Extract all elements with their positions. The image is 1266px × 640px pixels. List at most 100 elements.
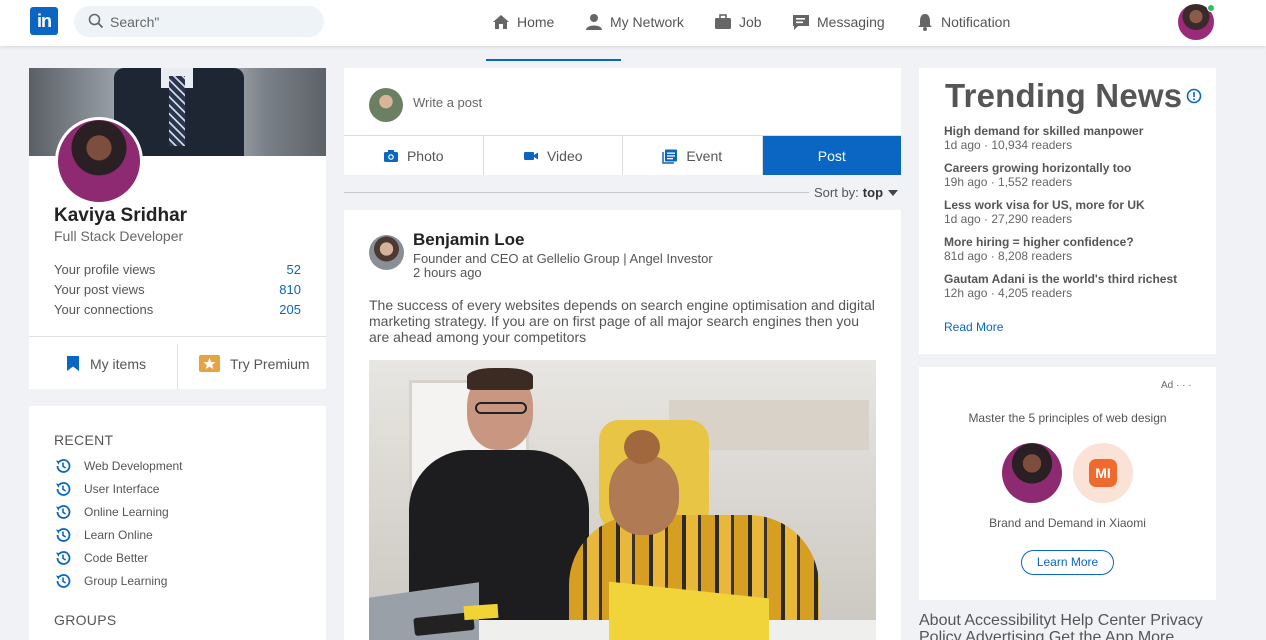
search-box[interactable] [74,6,324,37]
news-meta: 19h ago · 1,552 readers [944,175,1073,189]
recent-item[interactable]: Web Development [54,457,183,475]
video-button[interactable]: Video [484,136,623,175]
nav-notification[interactable]: Notification [915,11,1010,33]
ad-user-avatar [1002,443,1062,503]
my-items-button[interactable]: My items [66,355,146,372]
recent-item[interactable]: Code Better [54,549,148,567]
composer-actions: Photo Video Event Post [344,135,901,175]
active-tab-indicator [486,59,621,61]
search-icon [88,13,104,29]
news-item[interactable]: Careers growing horizontally too 19h ago… [944,161,1204,189]
ad-subtitle: Brand and Demand in Xiaomi [989,516,1146,530]
stat-label: Your profile views [54,262,156,277]
footer-link[interactable]: More [1138,629,1174,640]
event-button[interactable]: Event [623,136,763,175]
recent-item[interactable]: User Interface [54,480,159,498]
news-meta: 1d ago · 10,934 readers [944,138,1073,152]
read-more-link[interactable]: Read More [944,320,1003,334]
news-item[interactable]: Gautam Adani is the world's third riches… [944,272,1204,300]
photo-label: Photo [406,147,444,164]
nav-my-network[interactable]: My Network [584,11,684,33]
footer-link[interactable]: About [919,612,961,629]
post-image[interactable] [369,360,876,640]
stat-post-views[interactable]: Your post views 810 [54,282,301,300]
composer-avatar [369,88,403,122]
messaging-icon [793,15,809,30]
stat-value: 810 [279,282,301,297]
learn-more-button[interactable]: Learn More [1021,550,1114,575]
news-item[interactable]: High demand for skilled manpower 1d ago … [944,124,1204,152]
sort-label: Sort by: [814,185,859,200]
stat-value: 205 [279,302,301,317]
footer-link[interactable]: Advertising [965,629,1044,640]
recent-item[interactable]: Group Learning [54,572,167,590]
video-icon [523,151,538,160]
stat-label: Your connections [54,302,154,317]
sort-dropdown[interactable]: Sort by: top [814,185,899,200]
my-items-label: My items [90,355,146,372]
search-input[interactable] [110,10,310,33]
profile-name[interactable]: Kaviya Sridhar [54,205,187,227]
nav-notification-label: Notification [941,14,1011,30]
linkedin-logo[interactable]: in [30,7,58,35]
history-icon [56,528,71,542]
author-avatar[interactable] [369,235,404,270]
recent-title: RECENT [54,432,114,448]
write-post-input[interactable]: Write a post [413,95,482,110]
network-icon [586,14,602,30]
footer-link[interactable]: Get the App [1049,629,1134,640]
news-meta: 1d ago · 27,290 readers [944,212,1073,226]
sort-value: top [862,185,884,200]
ad-label[interactable]: Ad · · · [1161,380,1192,391]
trending-news-title: Trending News [945,77,1202,115]
post-body: The success of every websites depends on… [369,297,875,345]
history-icon [56,459,71,473]
recent-item-label: Group Learning [84,574,168,588]
footer-link[interactable]: Accessibilityt [964,612,1056,629]
ad-headline: Master the 5 principles of web design [968,411,1167,425]
news-item[interactable]: More hiring = higher confidence? 81d ago… [944,235,1204,263]
post-button[interactable]: Post [762,136,901,175]
photo-button[interactable]: Photo [344,136,484,175]
online-status-dot [1207,4,1215,12]
news-headline: Gautam Adani is the world's third riches… [944,272,1178,286]
event-icon [662,149,678,164]
recent-item[interactable]: Online Learning [54,503,169,521]
nav-home[interactable]: Home [491,11,554,33]
post-label: Post [817,147,846,164]
info-icon[interactable] [1186,88,1202,104]
feed-post: Benjamin Loe Founder and CEO at Gellelio… [344,210,901,640]
news-item[interactable]: Less work visa for US, more for UK 1d ag… [944,198,1204,226]
history-icon [56,505,71,519]
history-icon [56,482,71,496]
briefcase-icon [715,14,731,29]
author-name[interactable]: Benjamin Loe [413,230,524,250]
camera-icon [383,149,398,162]
stat-connections[interactable]: Your connections 205 [54,302,301,320]
recent-item[interactable]: Learn Online [54,526,153,544]
trending-news-heading: Trending News [945,77,1183,114]
nav-messaging-label: Messaging [817,14,885,30]
stat-label: Your post views [54,282,145,297]
trending-news-card: Trending News High demand for skilled ma… [919,68,1216,354]
video-label: Video [546,147,583,164]
stat-profile-views[interactable]: Your profile views 52 [54,262,301,280]
nav-job-label: Job [739,14,762,30]
try-premium-button[interactable]: Try Premium [199,355,310,372]
footer-link[interactable]: Help Center [1060,612,1145,629]
nav-messaging[interactable]: Messaging [791,11,885,33]
news-headline: Less work visa for US, more for UK [944,198,1145,212]
divider [29,336,326,337]
author-headline: Founder and CEO at Gellelio Group | Ange… [413,251,713,266]
try-premium-label: Try Premium [230,355,310,372]
history-icon [56,574,71,588]
footer-links: About Accessibilityt Help Center Privacy… [919,612,1219,640]
news-headline: High demand for skilled manpower [944,124,1144,138]
recent-item-label: User Interface [84,482,160,496]
premium-icon [199,355,220,372]
news-meta: 81d ago · 8,208 readers [944,249,1073,263]
nav-job[interactable]: Job [713,11,762,33]
nav-home-label: Home [517,14,555,30]
event-label: Event [686,147,723,164]
profile-avatar[interactable] [55,117,143,205]
